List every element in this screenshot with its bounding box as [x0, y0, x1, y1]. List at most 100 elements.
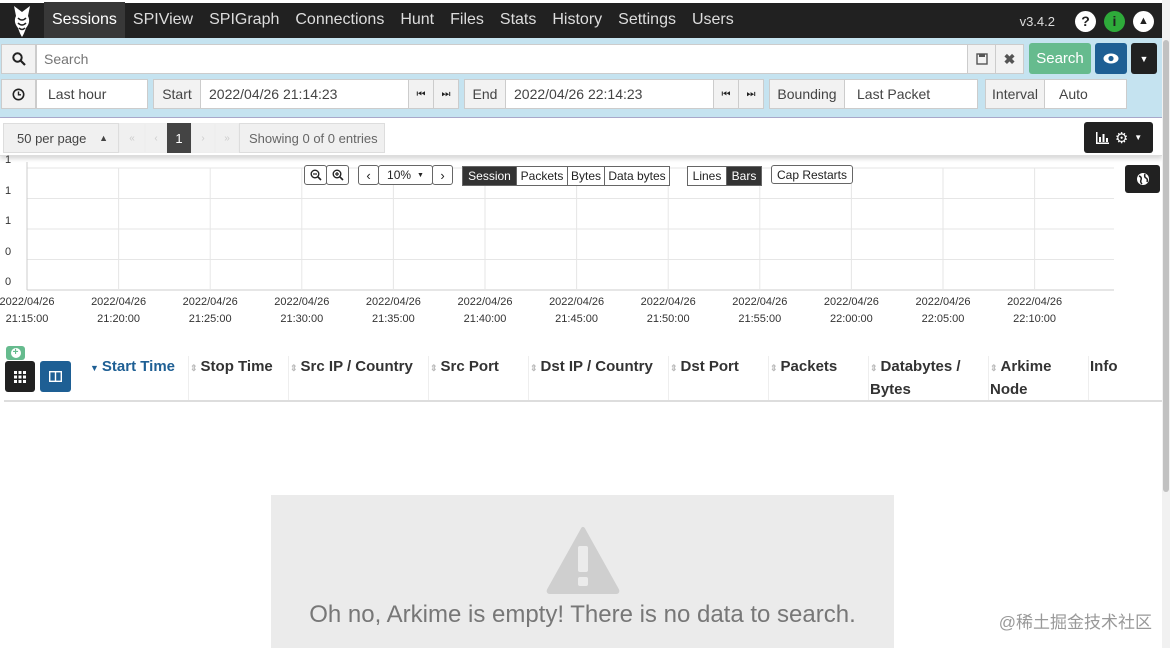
scrollbar-thumb[interactable] [1163, 40, 1169, 492]
paging-bar: 50 per page ▲ « ‹ 1 › » Showing 0 of 0 e… [0, 118, 1162, 156]
search-options-dropdown[interactable]: ▼ [1131, 43, 1157, 74]
x-tick-date: 2022/04/26 [823, 296, 879, 308]
column-separator[interactable] [868, 356, 869, 400]
column-header-stop-time[interactable]: ⇕ Stop Time [190, 356, 285, 379]
add-column-icon[interactable]: + [6, 346, 25, 360]
end-time-input[interactable]: 2022/04/26 22:14:23 [505, 79, 714, 109]
chevron-up-icon[interactable]: ▲ [1133, 10, 1154, 32]
graph-style-lines[interactable]: Lines [687, 166, 727, 186]
x-tick-time: 21:20:00 [97, 313, 140, 325]
nav-item-files[interactable]: Files [442, 2, 492, 40]
sort-icon: ⇕ [290, 363, 298, 373]
column-header-packets[interactable]: ⇕ Packets [770, 356, 865, 379]
x-tick-label: 2022/04/26 21:20:00 [84, 294, 154, 328]
column-header-src-port[interactable]: ⇕ Src Port [430, 356, 525, 379]
nav-item-sessions[interactable]: Sessions [44, 1, 125, 40]
x-tick-time: 22:00:00 [829, 313, 873, 325]
x-tick-label: 2022/04/26 21:45:00 [542, 294, 612, 328]
nav-item-history[interactable]: History [544, 2, 610, 40]
nav-item-users[interactable]: Users [684, 2, 742, 40]
end-back-icon[interactable]: ⏮ [713, 79, 739, 109]
graph-type-data-bytes[interactable]: Data bytes [604, 166, 670, 186]
column-separator[interactable] [768, 356, 769, 400]
column-separator[interactable] [188, 356, 189, 400]
last-page-button[interactable]: » [215, 123, 239, 153]
column-header-arkime-node[interactable]: ⇕ Arkime Node [990, 356, 1085, 401]
eye-icon[interactable] [1095, 43, 1127, 74]
info-icon[interactable]: i [1104, 10, 1125, 32]
clear-search-icon[interactable]: ✖ [995, 44, 1024, 74]
interval-select[interactable]: Auto [1044, 79, 1127, 109]
start-time-input[interactable]: 2022/04/26 21:14:23 [200, 79, 409, 109]
column-separator[interactable] [428, 356, 429, 400]
y-tick-label: 0 [5, 276, 12, 288]
y-tick-label: 1 [5, 154, 12, 166]
arkime-owl-logo[interactable] [0, 2, 44, 40]
visualization-settings-button[interactable]: ⚙ ▼ [1084, 122, 1153, 153]
nav-item-connections[interactable]: Connections [287, 2, 392, 40]
per-page-select[interactable]: 50 per page ▲ [3, 123, 119, 153]
save-search-icon[interactable] [967, 44, 996, 74]
nav-item-stats[interactable]: Stats [492, 2, 544, 40]
sort-icon: ⇕ [990, 363, 998, 373]
column-header-databytes-bytes[interactable]: ⇕ Databytes / Bytes [870, 356, 985, 401]
first-page-button[interactable]: « [119, 123, 145, 153]
column-header-label: Stop Time [200, 358, 273, 375]
nav-item-spiview[interactable]: SPIView [125, 2, 201, 40]
end-forward-icon[interactable]: ⏭ [738, 79, 764, 109]
help-icon[interactable]: ? [1075, 10, 1096, 32]
column-header-label: Start Time [101, 358, 176, 375]
column-header-start-time[interactable]: ▼ Start Time [90, 356, 185, 379]
current-page-button[interactable]: 1 [167, 123, 191, 153]
next-page-button[interactable]: › [191, 123, 215, 153]
graph-type-packets[interactable]: Packets [516, 166, 568, 186]
column-layout-icon[interactable] [40, 361, 71, 392]
search-button[interactable]: Search [1029, 43, 1091, 74]
graph-type-bytes[interactable]: Bytes [567, 166, 605, 186]
x-tick-date: 2022/04/26 [365, 296, 421, 308]
cap-restarts-button[interactable]: Cap Restarts [771, 165, 853, 184]
pan-left-icon[interactable]: ‹ [358, 165, 379, 185]
x-tick-date: 2022/04/26 [915, 296, 971, 308]
column-separator[interactable] [528, 356, 529, 400]
grid-view-icon[interactable] [5, 361, 35, 392]
column-header-src-ip-country[interactable]: ⇕ Src IP / Country [290, 356, 425, 379]
graph-style-bars[interactable]: Bars [726, 166, 762, 186]
zoom-in-icon[interactable] [326, 165, 349, 185]
nav-right-group: v3.4.2 ? i ▲ [1020, 3, 1154, 39]
column-header-info[interactable]: Info [1090, 356, 1150, 378]
nav-item-spigraph[interactable]: SPIGraph [201, 2, 287, 40]
sort-desc-icon: ▼ [90, 363, 99, 373]
prev-page-button[interactable]: ‹ [145, 123, 167, 153]
column-header-dst-port[interactable]: ⇕ Dst Port [670, 356, 765, 379]
column-separator[interactable] [988, 356, 989, 400]
sort-icon: ⇕ [530, 363, 538, 373]
x-tick-time: 21:35:00 [371, 313, 415, 325]
sort-icon: ⇕ [190, 363, 198, 373]
search-input[interactable] [36, 44, 968, 74]
column-separator[interactable] [288, 356, 289, 400]
graph-type-session[interactable]: Session [462, 166, 517, 186]
pan-right-icon[interactable]: › [432, 165, 453, 185]
empty-state-panel: Oh no, Arkime is empty! There is no data… [271, 495, 894, 648]
column-separator[interactable] [668, 356, 669, 400]
end-time-value: 2022/04/26 22:14:23 [514, 86, 643, 102]
header-divider [4, 400, 1162, 402]
page-scrollbar[interactable] [1162, 0, 1170, 648]
column-header-dst-ip-country[interactable]: ⇕ Dst IP / Country [530, 356, 665, 379]
nav-item-hunt[interactable]: Hunt [392, 2, 442, 40]
zoom-out-icon[interactable] [304, 165, 327, 185]
start-back-icon[interactable]: ⏮ [408, 79, 434, 109]
zoom-percent-select[interactable]: 10% ▼ [378, 165, 433, 185]
bounding-select[interactable]: Last Packet [844, 79, 978, 109]
time-range-select[interactable]: Last hour [36, 79, 148, 109]
x-tick-date: 2022/04/26 [274, 296, 330, 308]
nav-item-settings[interactable]: Settings [610, 2, 684, 40]
nav-menu: Sessions SPIView SPIGraph Connections Hunt Fi… [44, 1, 742, 40]
start-forward-icon[interactable]: ⏭ [433, 79, 459, 109]
column-separator[interactable] [1088, 356, 1089, 400]
y-tick-label: 1 [5, 215, 12, 227]
x-tick-time: 22:10:00 [1013, 313, 1056, 325]
x-tick-label: 2022/04/26 21:40:00 [450, 294, 520, 328]
globe-icon[interactable] [1125, 165, 1160, 193]
